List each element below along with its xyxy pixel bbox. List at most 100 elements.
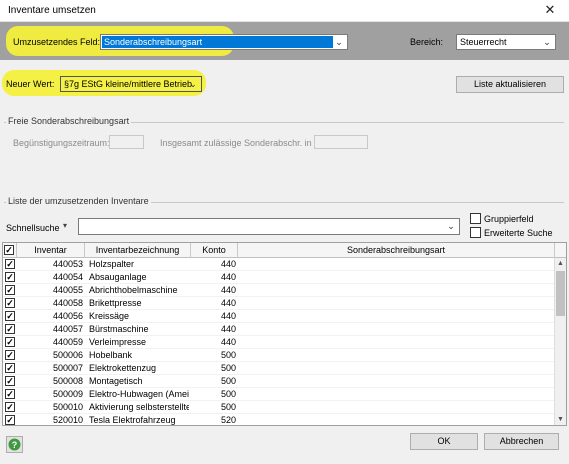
help-button[interactable]: ?: [6, 436, 23, 453]
column-header-konto[interactable]: Konto: [191, 243, 238, 258]
cell-inventar: 500006: [52, 350, 83, 360]
column-header-art[interactable]: Sonderabschreibungsart: [238, 243, 555, 258]
cell-inventar: 500010: [52, 402, 83, 412]
row-checkbox[interactable]: ✓: [5, 415, 15, 425]
table-row[interactable]: ✓ 520010 Tesla Elektrofahrzeug 520: [3, 414, 555, 425]
feld-label: Umzusetzendes Feld:: [13, 37, 101, 47]
cell-bezeichnung: Montagetisch: [89, 376, 143, 386]
table-header: ✓ Inventar Inventarbezeichnung Konto Son…: [3, 243, 566, 258]
zeitraum-field: [109, 135, 144, 149]
cell-konto: 500: [220, 363, 236, 373]
table-row[interactable]: ✓ 500009 Elektro-Hubwagen (Ameise) 500: [3, 388, 555, 401]
table-row[interactable]: ✓ 440056 Kreissäge 440: [3, 310, 555, 323]
chevron-down-icon[interactable]: ⌄: [187, 78, 199, 90]
chevron-down-icon[interactable]: ⌄: [445, 220, 457, 232]
select-all-cell[interactable]: ✓: [3, 243, 17, 258]
table-row[interactable]: ✓ 500007 Elektrokettenzug 500: [3, 362, 555, 375]
cell-konto: 440: [220, 285, 236, 295]
vertical-scrollbar[interactable]: ▲ ▼: [554, 258, 566, 425]
cancel-button[interactable]: Abbrechen: [484, 433, 559, 450]
column-header-inventar[interactable]: Inventar: [17, 243, 85, 258]
row-checkbox[interactable]: ✓: [5, 376, 15, 386]
cell-bezeichnung: Verleimpresse: [89, 337, 147, 347]
window-title: Inventare umsetzen: [8, 5, 96, 16]
scrollbar-thumb[interactable]: [556, 271, 565, 316]
table-row[interactable]: ✓ 440058 Brikettpresse 440: [3, 297, 555, 310]
row-checkbox[interactable]: ✓: [5, 298, 15, 308]
cell-konto: 440: [220, 272, 236, 282]
feld-combo-value: Sonderabschreibungsart: [104, 37, 203, 47]
cell-bezeichnung: Hobelbank: [89, 350, 133, 360]
cell-inventar: 440056: [52, 311, 83, 321]
liste-group-title: Liste der umzusetzenden Inventare: [6, 196, 151, 206]
gruppierfeld-label: Gruppierfeld: [484, 214, 534, 224]
row-checkbox[interactable]: ✓: [5, 337, 15, 347]
chevron-down-icon[interactable]: ⌄: [333, 36, 345, 48]
scroll-up-icon[interactable]: ▲: [555, 258, 566, 270]
table-row[interactable]: ✓ 500008 Montagetisch 500: [3, 375, 555, 388]
table-row[interactable]: ✓ 500010 Aktivierung selbsterstelltes... 50…: [3, 401, 555, 414]
cell-inventar: 440054: [52, 272, 83, 282]
row-checkbox[interactable]: ✓: [5, 389, 15, 399]
cell-konto: 440: [220, 324, 236, 334]
column-header-bezeichnung[interactable]: Inventarbezeichnung: [85, 243, 191, 258]
table-row[interactable]: ✓ 440053 Holzspalter 440: [3, 258, 555, 271]
bereich-combo-value: Steuerrecht: [460, 37, 507, 47]
freie-group-title: Freie Sonderabschreibungsart: [6, 116, 132, 126]
bereich-label: Bereich:: [410, 37, 444, 47]
schnellsuche-input[interactable]: ⌄: [78, 218, 460, 235]
row-checkbox[interactable]: ✓: [5, 259, 15, 269]
table-row[interactable]: ✓ 500006 Hobelbank 500: [3, 349, 555, 362]
insgesamt-field: [314, 135, 368, 149]
table-row[interactable]: ✓ 440055 Abrichthobelmaschine 440: [3, 284, 555, 297]
cell-inventar: 440057: [52, 324, 83, 334]
cell-konto: 500: [220, 350, 236, 360]
cell-inventar: 500007: [52, 363, 83, 373]
neuer-wert-label: Neuer Wert:: [6, 79, 55, 89]
cell-inventar: 520010: [52, 415, 83, 425]
row-checkbox[interactable]: ✓: [5, 285, 15, 295]
table-row[interactable]: ✓ 440054 Absauganlage 440: [3, 271, 555, 284]
insgesamt-label: Insgesamt zulässige Sonderabschr. in %:: [160, 138, 325, 148]
cell-bezeichnung: Holzspalter: [89, 259, 135, 269]
row-checkbox[interactable]: ✓: [5, 402, 15, 412]
cell-bezeichnung: Elektro-Hubwagen (Ameise): [89, 389, 189, 399]
zeitraum-label: Begünstigungszeitraum:: [13, 138, 110, 148]
svg-text:?: ?: [12, 440, 18, 450]
row-checkbox[interactable]: ✓: [5, 350, 15, 360]
neuer-wert-combo[interactable]: §7g EStG kleine/mittlere Betrieb ⌄: [60, 76, 202, 92]
table-row[interactable]: ✓ 440057 Bürstmaschine 440: [3, 323, 555, 336]
cell-bezeichnung: Abrichthobelmaschine: [89, 285, 178, 295]
row-checkbox[interactable]: ✓: [5, 272, 15, 282]
gruppierfeld-checkbox[interactable]: [470, 213, 481, 224]
cell-konto: 440: [220, 337, 236, 347]
cell-bezeichnung: Kreissäge: [89, 311, 130, 321]
cell-konto: 500: [220, 389, 236, 399]
help-icon: ?: [8, 438, 21, 451]
cell-konto: 500: [220, 402, 236, 412]
select-all-checkbox[interactable]: ✓: [4, 245, 14, 255]
bereich-combo[interactable]: Steuerrecht ⌄: [456, 34, 556, 50]
table-row[interactable]: ✓ 440059 Verleimpresse 440: [3, 336, 555, 349]
cell-inventar: 500009: [52, 389, 83, 399]
ok-button[interactable]: OK: [410, 433, 478, 450]
erweiterte-suche-label: Erweiterte Suche: [484, 228, 553, 238]
chevron-down-icon[interactable]: ▾: [63, 221, 67, 230]
cell-inventar: 500008: [52, 376, 83, 386]
cell-inventar: 440058: [52, 298, 83, 308]
row-checkbox[interactable]: ✓: [5, 311, 15, 321]
scroll-down-icon[interactable]: ▼: [555, 414, 566, 425]
row-checkbox[interactable]: ✓: [5, 324, 15, 334]
cell-konto: 520: [220, 415, 236, 425]
row-checkbox[interactable]: ✓: [5, 363, 15, 373]
cell-inventar: 440053: [52, 259, 83, 269]
title-bar: Inventare umsetzen ✕: [0, 0, 569, 22]
close-icon[interactable]: ✕: [541, 2, 559, 20]
cell-konto: 440: [220, 298, 236, 308]
liste-aktualisieren-button[interactable]: Liste aktualisieren: [456, 76, 564, 93]
chevron-down-icon[interactable]: ⌄: [541, 36, 553, 48]
erweiterte-suche-checkbox[interactable]: [470, 227, 481, 238]
feld-combo[interactable]: Sonderabschreibungsart ⌄: [100, 34, 348, 50]
cell-inventar: 440059: [52, 337, 83, 347]
cell-konto: 500: [220, 376, 236, 386]
